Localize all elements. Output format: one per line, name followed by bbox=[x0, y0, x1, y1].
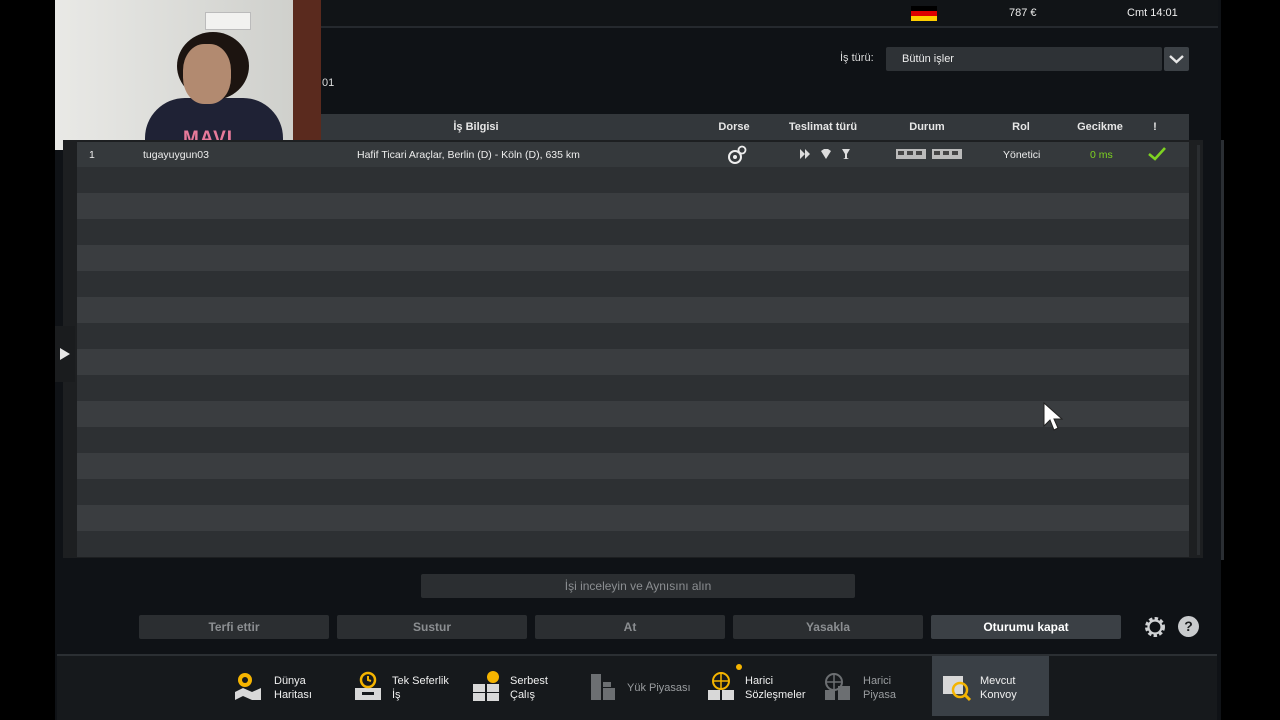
nav-label: Serbest bbox=[510, 675, 548, 687]
list-item bbox=[77, 323, 1189, 349]
nav-label: Haritası bbox=[274, 689, 312, 701]
list-item bbox=[77, 479, 1189, 505]
table-scrollbar[interactable] bbox=[1197, 145, 1200, 555]
col-status: Durum bbox=[909, 121, 945, 133]
nav-current-convoy[interactable]: Mevcut Konvoy bbox=[932, 656, 1049, 716]
nav-label: İş bbox=[392, 689, 401, 701]
list-item bbox=[77, 505, 1189, 531]
table-header: İş Bilgisi Dorse Teslimat türü Durum Rol… bbox=[321, 114, 1189, 140]
list-item bbox=[77, 375, 1189, 401]
trailer-icon bbox=[728, 145, 747, 164]
col-delay: Gecikme bbox=[1077, 121, 1123, 133]
nav-single-job[interactable]: Tek Seferlik İş bbox=[352, 656, 457, 716]
partial-label: 01 bbox=[322, 77, 335, 89]
top-status-bar: 787 € Cmt 14:01 bbox=[321, 0, 1218, 28]
nav-label: Tek Seferlik bbox=[392, 675, 449, 687]
map-pin-icon bbox=[235, 673, 261, 700]
job-type-select[interactable]: Bütün işler bbox=[886, 47, 1162, 71]
mouse-cursor-icon bbox=[1043, 402, 1063, 431]
nav-external-market[interactable]: Harici Piyasa bbox=[822, 656, 922, 716]
logout-button[interactable]: Oturumu kapat bbox=[931, 615, 1121, 639]
valuable-cargo-icon bbox=[842, 149, 850, 159]
list-item bbox=[77, 401, 1189, 427]
check-icon bbox=[1148, 147, 1166, 161]
nav-label: Mevcut bbox=[980, 675, 1016, 687]
list-item bbox=[77, 427, 1189, 453]
notification-dot bbox=[736, 664, 742, 670]
row-role: Yönetici bbox=[1003, 149, 1041, 161]
delivery-fast-icon bbox=[800, 149, 810, 159]
nav-label: Yük Piyasası bbox=[627, 682, 691, 694]
nav-external-contracts[interactable]: Harici Sözleşmeler bbox=[705, 656, 815, 716]
cargo-stack-icon bbox=[591, 674, 615, 700]
game-clock: Cmt 14:01 bbox=[1127, 7, 1178, 19]
nav-label: Harici bbox=[745, 675, 774, 687]
clock-job-icon bbox=[355, 671, 381, 700]
row-delay: 0 ms bbox=[1090, 149, 1113, 161]
fragile-icon bbox=[821, 149, 831, 159]
right-letterbox bbox=[1221, 0, 1280, 720]
globe-market-icon bbox=[825, 673, 850, 700]
convoy-search-icon bbox=[943, 676, 972, 702]
nav-label: Piyasa bbox=[863, 689, 897, 701]
nav-label: Harici bbox=[863, 675, 892, 687]
webcam-overlay: MAVI bbox=[55, 0, 321, 150]
list-item bbox=[77, 349, 1189, 375]
list-item bbox=[77, 271, 1189, 297]
boxes-icon bbox=[473, 671, 499, 701]
job-type-label: İş türü: bbox=[840, 52, 874, 64]
list-item bbox=[77, 453, 1189, 479]
money-display: 787 € bbox=[1009, 7, 1037, 19]
col-trailer: Dorse bbox=[718, 121, 750, 133]
inspect-job-button[interactable]: İşi inceleyin ve Aynısını alın bbox=[421, 574, 855, 598]
germany-flag-icon bbox=[911, 6, 937, 21]
empty-rows bbox=[77, 167, 1189, 557]
kick-button[interactable]: At bbox=[535, 615, 725, 639]
list-item bbox=[77, 531, 1189, 557]
col-alert: ! bbox=[1153, 121, 1157, 133]
nav-cargo-market[interactable]: Yük Piyasası bbox=[588, 656, 698, 716]
col-role: Rol bbox=[1012, 121, 1030, 133]
arrow-right-icon bbox=[60, 348, 70, 360]
list-item bbox=[77, 219, 1189, 245]
side-panel-toggle[interactable] bbox=[55, 326, 75, 382]
nav-world-map[interactable]: Dünya Haritası bbox=[232, 656, 332, 716]
row-player: tugayuygun03 bbox=[143, 149, 209, 161]
row-job-info: Hafif Ticari Araçlar, Berlin (D) - Köln … bbox=[357, 149, 580, 161]
job-type-dropdown-button[interactable] bbox=[1164, 47, 1189, 71]
globe-contract-icon bbox=[708, 672, 734, 700]
list-item bbox=[77, 297, 1189, 323]
table-row[interactable]: 1 tugayuygun03 Hafif Ticari Araçlar, Ber… bbox=[77, 142, 1189, 167]
ban-button[interactable]: Yasakla bbox=[733, 615, 923, 639]
truck-status-icon bbox=[896, 149, 962, 159]
nav-label: Sözleşmeler bbox=[745, 689, 806, 701]
nav-freelance[interactable]: Serbest Çalış bbox=[470, 656, 560, 716]
help-button[interactable]: ? bbox=[1178, 616, 1199, 637]
nav-label: Konvoy bbox=[980, 689, 1017, 701]
list-item bbox=[77, 245, 1189, 271]
gear-icon bbox=[1145, 617, 1165, 637]
nav-label: Çalış bbox=[510, 689, 536, 701]
list-item bbox=[77, 167, 1189, 193]
mute-button[interactable]: Sustur bbox=[337, 615, 527, 639]
settings-button[interactable] bbox=[1143, 615, 1167, 639]
col-delivery-type: Teslimat türü bbox=[788, 121, 858, 133]
chevron-down-icon bbox=[1169, 55, 1184, 64]
col-job-info: İş Bilgisi bbox=[453, 121, 499, 133]
nav-label: Dünya bbox=[274, 675, 306, 687]
row-index: 1 bbox=[89, 149, 95, 161]
list-item bbox=[77, 193, 1189, 219]
promote-button[interactable]: Terfi ettir bbox=[139, 615, 329, 639]
